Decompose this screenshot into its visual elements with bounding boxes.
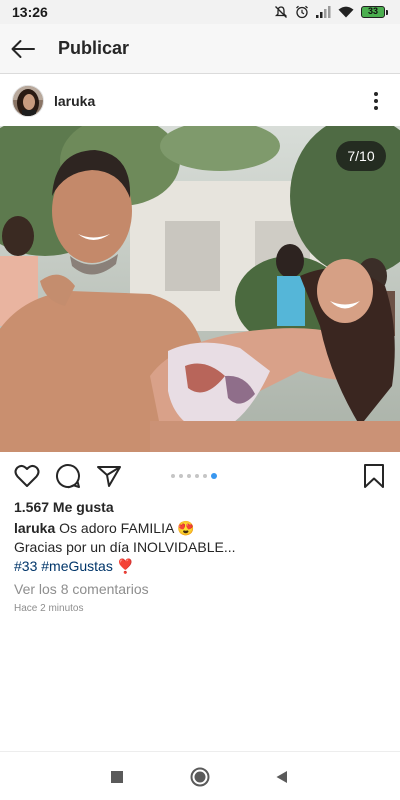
comment-icon[interactable]	[55, 463, 81, 489]
action-bar	[0, 452, 400, 500]
nav-back-button[interactable]	[272, 767, 292, 787]
carousel-dot	[195, 474, 199, 478]
carousel-dot	[187, 474, 191, 478]
battery-level: 33	[361, 6, 385, 18]
avatar[interactable]	[12, 84, 44, 117]
back-button[interactable]	[0, 24, 48, 74]
carousel-dot-active	[211, 473, 217, 479]
avatar-image	[13, 85, 43, 116]
carousel-dot	[171, 474, 175, 478]
recents-icon	[111, 771, 123, 783]
hashtag-link[interactable]: #meGustas	[41, 558, 113, 574]
mute-icon	[274, 6, 288, 18]
back-icon	[276, 771, 287, 783]
caption-username[interactable]: laruka	[14, 520, 55, 536]
signal-icon	[316, 6, 331, 18]
alarm-icon	[296, 5, 308, 19]
carousel-dot	[179, 474, 183, 478]
status-bar: 13:26 33	[0, 0, 400, 24]
home-icon	[190, 767, 210, 787]
post-username[interactable]: laruka	[54, 93, 95, 109]
post-timestamp: Hace 2 minutos	[14, 603, 84, 614]
app-header: Publicar	[0, 24, 400, 74]
battery-icon: 33	[361, 6, 388, 18]
caption-line-1: Os adoro FAMILIA 😍	[59, 520, 195, 536]
status-time: 13:26	[12, 4, 48, 20]
post-caption: laruka Os adoro FAMILIA 😍 Gracias por un…	[14, 519, 386, 576]
navigation-bar	[0, 751, 400, 800]
image-counter: 7/10	[336, 141, 386, 171]
share-icon[interactable]	[96, 463, 122, 489]
bookmark-icon[interactable]	[361, 463, 387, 489]
hashtag-link[interactable]: #33	[14, 558, 37, 574]
post-header: laruka	[0, 75, 400, 126]
home-button[interactable]	[190, 767, 210, 787]
heart-emoji: ❣️	[116, 558, 135, 574]
wifi-icon	[338, 6, 354, 18]
post-photo[interactable]: 7/10	[0, 126, 400, 452]
carousel-dot	[203, 474, 207, 478]
post-image	[0, 126, 400, 452]
more-options-button[interactable]	[364, 86, 388, 116]
view-comments-link[interactable]: Ver los 8 comentarios	[14, 581, 149, 597]
heart-icon[interactable]	[14, 463, 40, 489]
caption-line-2: Gracias por un día INOLVIDABLE...	[14, 539, 236, 555]
recents-button[interactable]	[107, 767, 127, 787]
likes-count[interactable]: 1.567 Me gusta	[14, 499, 114, 515]
status-icons: 33	[274, 5, 388, 19]
carousel-indicator	[171, 473, 217, 479]
back-arrow-icon	[11, 39, 35, 58]
more-options-icon	[374, 91, 378, 110]
page-title: Publicar	[58, 38, 130, 58]
